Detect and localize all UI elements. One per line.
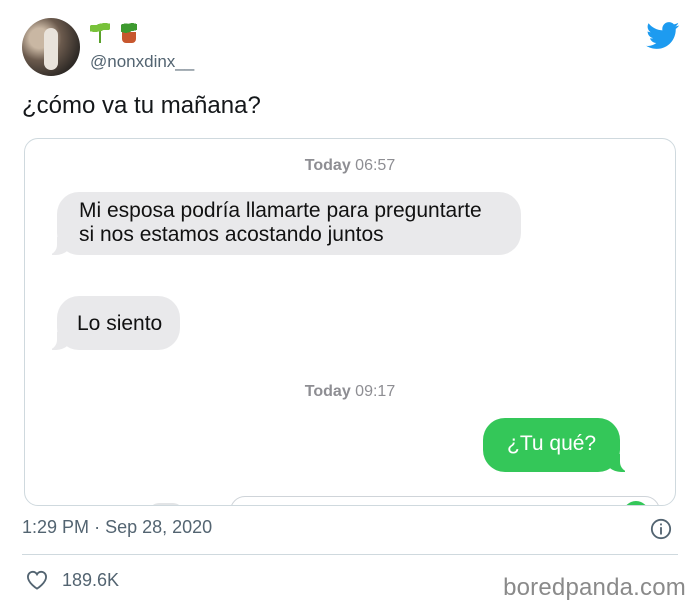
timestamp-time: 09:17 bbox=[355, 383, 396, 400]
tweet-time: 1:29 PM bbox=[22, 517, 90, 537]
message-text: ¿Tu qué? bbox=[507, 432, 597, 455]
tweet-header: @nonxdinx__ bbox=[22, 18, 682, 78]
message-input-cropped bbox=[230, 496, 660, 505]
message-timestamp: Today 09:17 bbox=[25, 383, 675, 401]
tweet-date: Sep 28, 2020 bbox=[105, 517, 213, 537]
author-handle[interactable]: @nonxdinx__ bbox=[90, 52, 194, 72]
received-message-bubble: Lo siento bbox=[46, 296, 181, 350]
timestamp-time: 06:57 bbox=[355, 157, 396, 174]
divider bbox=[22, 554, 678, 555]
timestamp-day: Today bbox=[304, 157, 351, 174]
like-button[interactable]: 189.6K bbox=[26, 568, 119, 592]
tweet-timestamp[interactable]: 1:29 PM · Sep 28, 2020 bbox=[22, 517, 212, 538]
meta-separator: · bbox=[94, 517, 101, 537]
message-timestamp: Today 06:57 bbox=[25, 157, 675, 175]
message-text: Lo siento bbox=[77, 312, 163, 335]
display-name-emojis bbox=[90, 20, 140, 44]
info-icon[interactable] bbox=[650, 518, 672, 540]
tweet-media-screenshot[interactable]: Today 06:57 Mi esposa podría llamarte pa… bbox=[24, 138, 676, 506]
potted-plant-emoji-icon bbox=[118, 21, 140, 43]
twitter-bird-icon[interactable] bbox=[646, 22, 680, 50]
received-message-bubble: Mi esposa podría llamarte para preguntar… bbox=[47, 192, 521, 255]
tweet-text: ¿cómo va tu mañana? bbox=[22, 92, 261, 119]
camera-button-cropped bbox=[149, 503, 183, 505]
timestamp-day: Today bbox=[304, 383, 351, 400]
sent-message-bubble: ¿Tu qué? bbox=[483, 418, 631, 472]
tweet-card: @nonxdinx__ ¿cómo va tu mañana? Today 06… bbox=[0, 0, 700, 610]
heart-icon bbox=[26, 570, 48, 590]
seedling-emoji-icon bbox=[90, 21, 110, 43]
message-text: Mi esposa podría llamarte para preguntar… bbox=[79, 199, 482, 246]
avatar[interactable] bbox=[22, 18, 80, 76]
like-count: 189.6K bbox=[62, 569, 120, 590]
watermark: boredpanda.com bbox=[503, 574, 686, 601]
